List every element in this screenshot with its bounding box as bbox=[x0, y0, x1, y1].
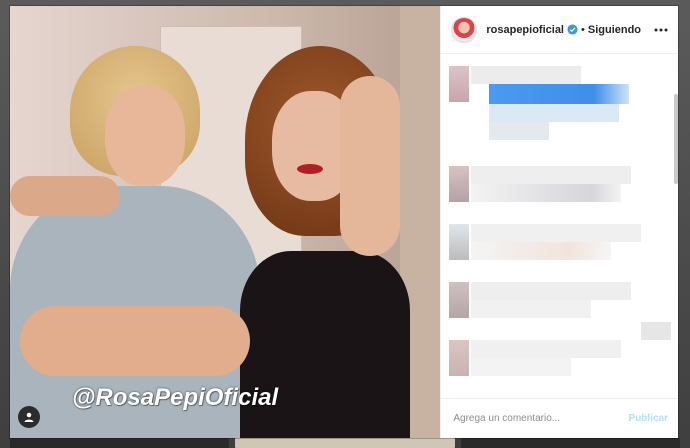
pixelated-text bbox=[471, 184, 622, 202]
photo-person-left-face bbox=[105, 86, 185, 186]
username-link[interactable]: rosapepioficial bbox=[486, 24, 564, 36]
pixelated-text bbox=[641, 322, 672, 340]
pixelated-text bbox=[471, 224, 642, 242]
pixelated-avatar bbox=[449, 340, 470, 376]
pixelated-avatar bbox=[449, 66, 470, 102]
photo-hugging-arm bbox=[10, 176, 120, 216]
pixelated-text bbox=[471, 166, 632, 184]
background-thumbnail bbox=[460, 438, 680, 448]
user-tag-icon bbox=[24, 412, 34, 422]
pixelated-text bbox=[489, 122, 550, 140]
pixelated-text bbox=[471, 242, 612, 260]
more-options-icon[interactable] bbox=[654, 28, 668, 32]
user-tag-button[interactable] bbox=[18, 406, 40, 428]
pixelated-avatar bbox=[449, 166, 470, 202]
header-separator: • bbox=[581, 23, 585, 36]
pixelated-text bbox=[471, 282, 632, 300]
photo-crossed-arms bbox=[20, 306, 250, 376]
comment-input-bar: Agrega un comentario... Publicar bbox=[441, 398, 678, 438]
comments-scrollbar[interactable] bbox=[674, 94, 678, 184]
pixelated-text bbox=[471, 340, 622, 358]
photo-person-right-arm bbox=[340, 76, 400, 256]
post-header: rosapepioficial • Siguiendo bbox=[441, 6, 678, 54]
pixelated-text bbox=[489, 104, 620, 122]
photo-watermark: @RosaPepiOficial bbox=[72, 384, 279, 411]
pixelated-mention-highlight bbox=[489, 84, 630, 104]
background-thumbnail bbox=[235, 438, 455, 448]
post-modal: @RosaPepiOficial rosapepioficial • Sigui… bbox=[10, 6, 678, 438]
following-button[interactable]: Siguiendo bbox=[588, 24, 641, 36]
comment-input[interactable]: Agrega un comentario... bbox=[453, 413, 560, 424]
post-comment-button[interactable]: Publicar bbox=[629, 413, 668, 424]
post-photo[interactable]: @RosaPepiOficial bbox=[10, 6, 441, 438]
verified-badge-icon bbox=[567, 24, 578, 35]
pixelated-text bbox=[471, 300, 592, 318]
pixelated-text bbox=[471, 66, 582, 84]
comments-section-pixelated bbox=[441, 54, 678, 398]
photo-person-right-lips bbox=[297, 164, 323, 174]
pixelated-text bbox=[471, 358, 572, 376]
background-thumbnails bbox=[0, 438, 690, 448]
background-thumbnail bbox=[10, 438, 230, 448]
pixelated-avatar bbox=[449, 282, 470, 318]
pixelated-avatar bbox=[449, 224, 470, 260]
avatar[interactable] bbox=[451, 16, 478, 43]
post-side-panel: rosapepioficial • Siguiendo Agrega un co… bbox=[440, 6, 678, 438]
